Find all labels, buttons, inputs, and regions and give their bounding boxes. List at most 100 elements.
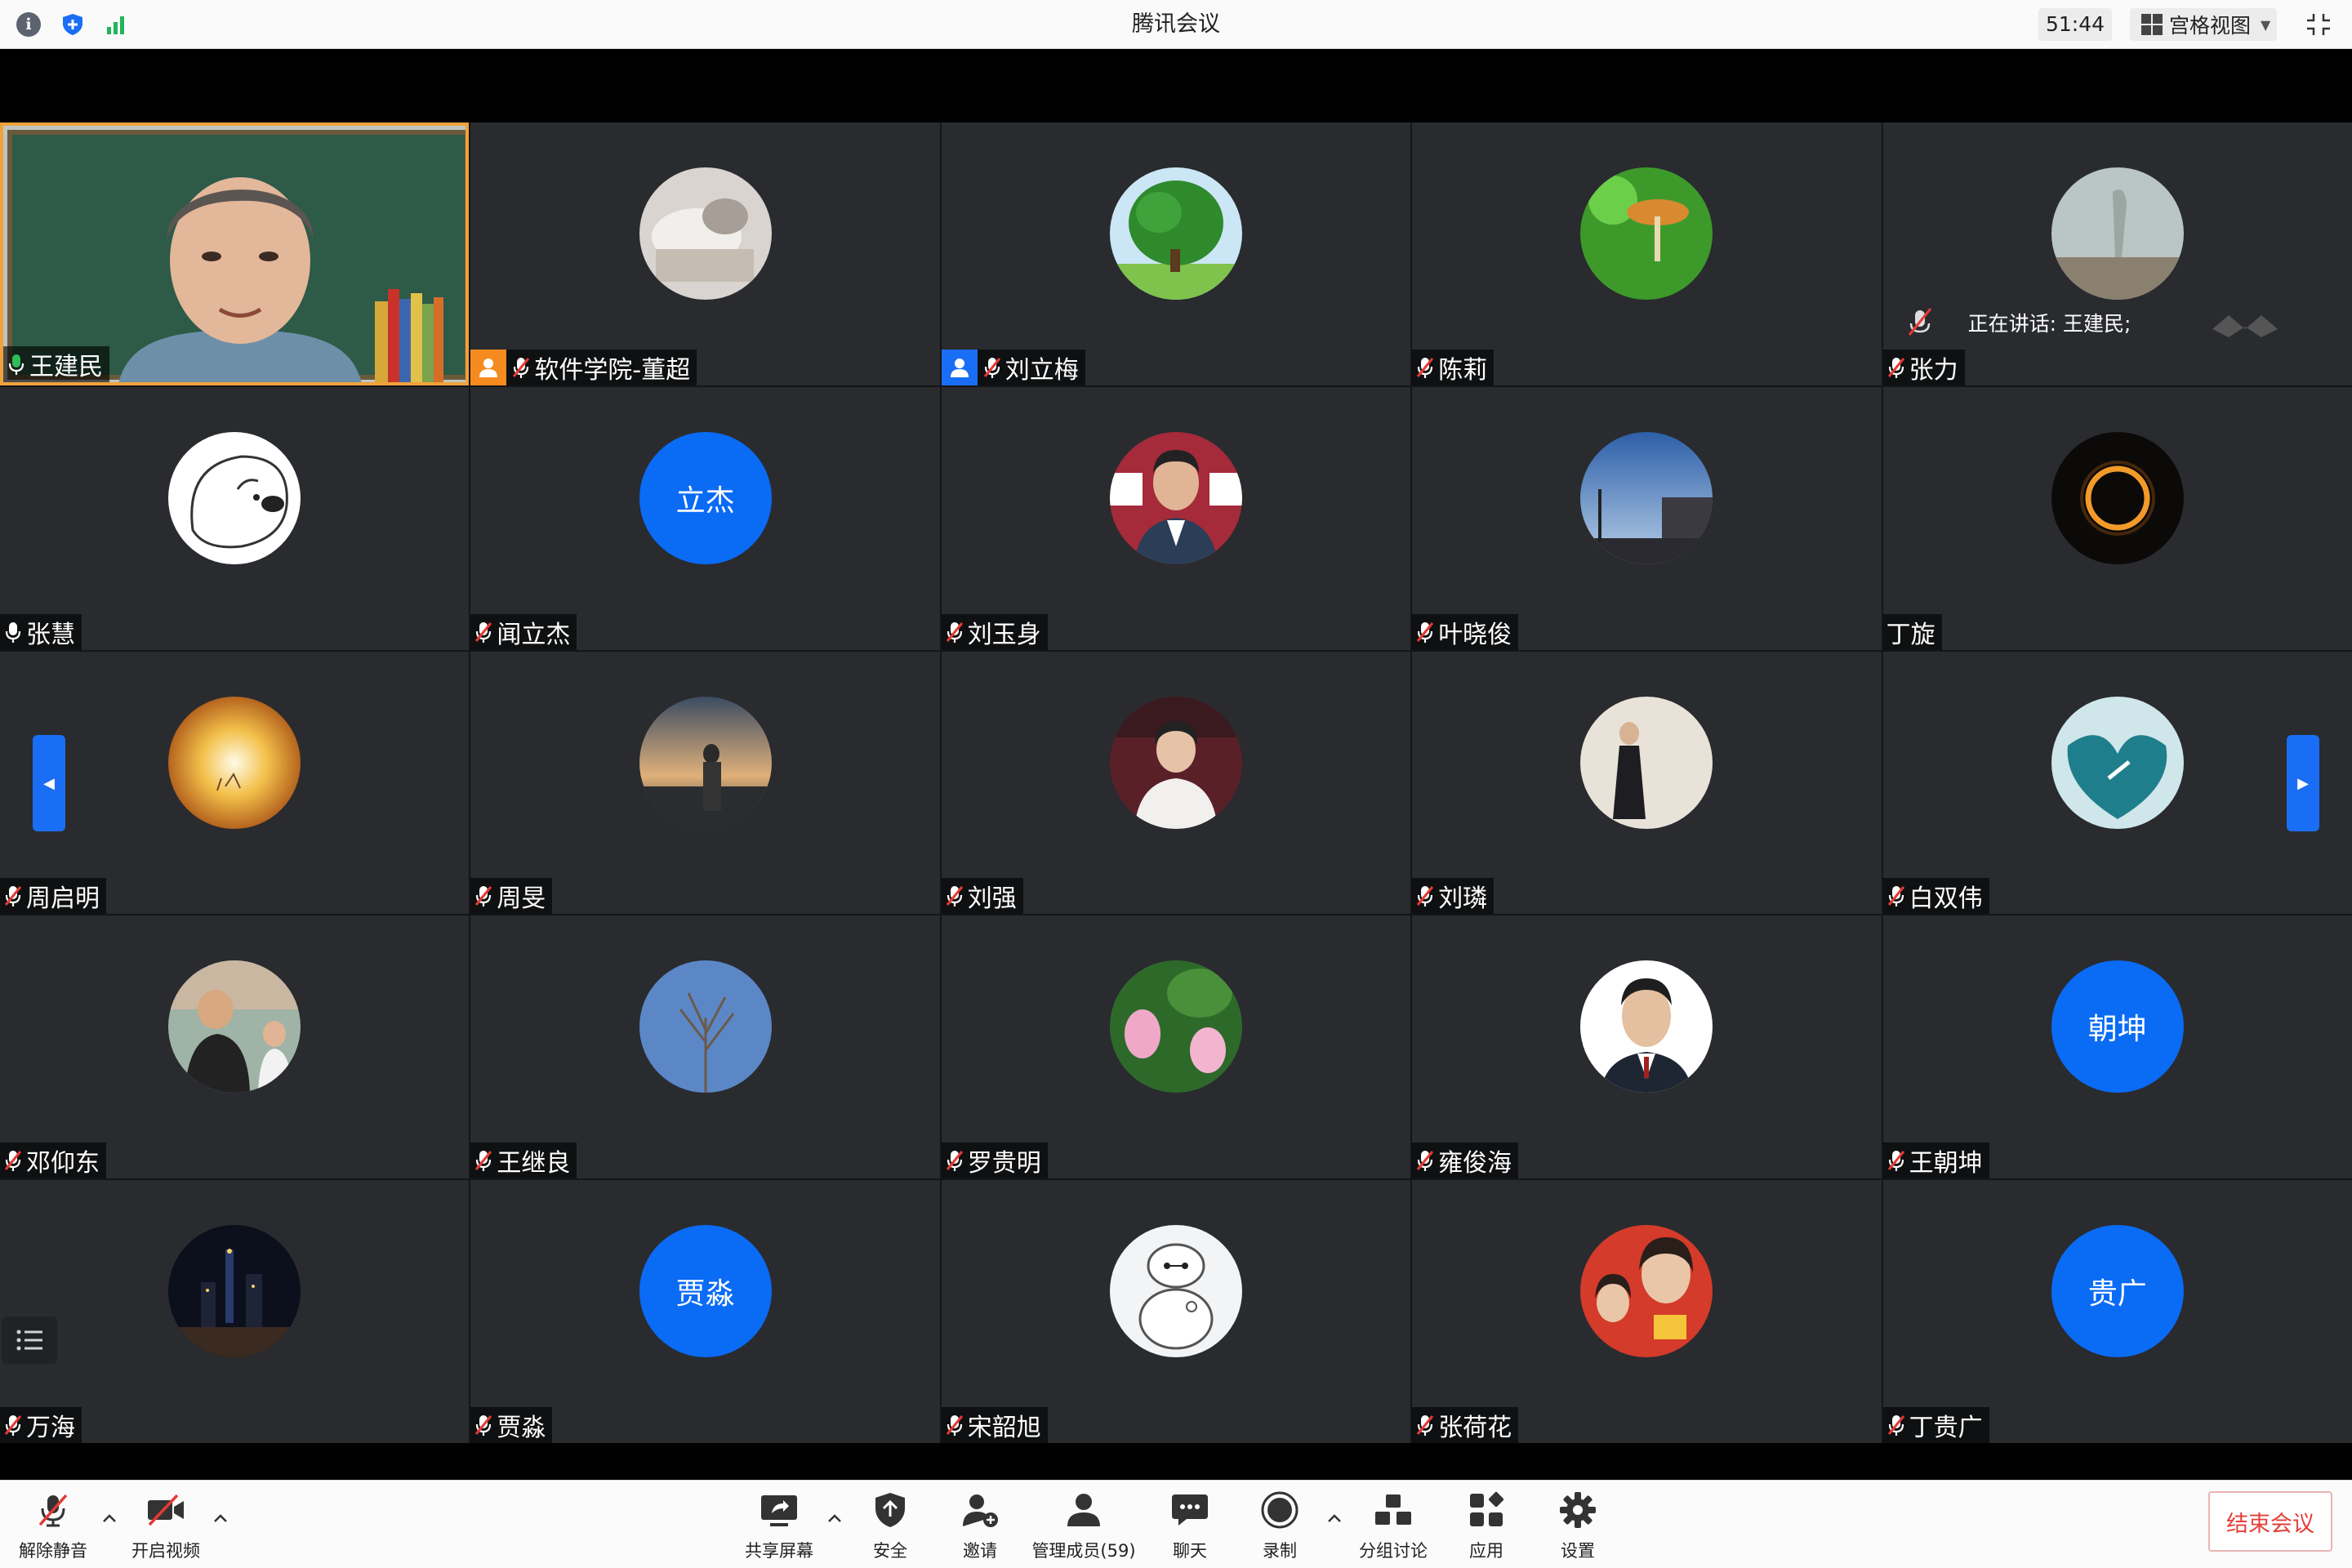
caret-down-icon: ▼: [2261, 16, 2271, 33]
invite-button[interactable]: 邀请: [956, 1487, 1004, 1566]
participant-tile[interactable]: 刘强: [941, 651, 1411, 915]
participant-avatar: [1580, 167, 1713, 300]
chevron-up-icon[interactable]: [100, 1510, 119, 1526]
participant-name: 罗贵明: [967, 1149, 1041, 1178]
mic-muted-icon: [1417, 886, 1434, 907]
participant-name: 叶晓俊: [1438, 620, 1512, 649]
participant-tile[interactable]: 罗贵明: [941, 915, 1411, 1179]
participant-avatar: [2051, 431, 2184, 564]
participant-nametag: 软件学院-董超: [470, 349, 697, 385]
participant-tile[interactable]: 朝坤 王朝坤: [1882, 915, 2352, 1179]
participant-nametag: 刘立梅: [941, 349, 1085, 385]
participant-tile[interactable]: 张荷花: [1412, 1180, 1882, 1443]
participant-avatar: [2051, 696, 2184, 829]
participant-avatar: [2051, 167, 2184, 300]
mic-muted-icon: [946, 1414, 963, 1436]
share-screen-label: 共享屏幕: [745, 1541, 813, 1561]
chevron-up-icon[interactable]: [211, 1510, 230, 1526]
end-meeting-button[interactable]: 结束会议: [2208, 1491, 2332, 1552]
participant-tile[interactable]: 王继良: [470, 915, 940, 1179]
unmute-label: 解除静音: [19, 1541, 87, 1561]
participant-nametag: 万海: [0, 1406, 82, 1443]
meeting-info-icon[interactable]: i: [16, 12, 41, 37]
participant-tile[interactable]: 王建民: [0, 122, 470, 385]
participant-name: 张荷花: [1438, 1413, 1512, 1442]
chevron-up-icon[interactable]: [825, 1510, 844, 1526]
fullscreen-icon[interactable]: [2305, 11, 2332, 38]
chevron-up-icon[interactable]: [1325, 1510, 1344, 1526]
participant-name: 邓仰东: [26, 1149, 100, 1178]
participant-tile[interactable]: 刘立梅: [941, 122, 1411, 385]
participant-name: 雍俊海: [1438, 1149, 1512, 1178]
participant-nametag: 张力: [1882, 349, 1965, 385]
participant-avatar: [168, 696, 301, 829]
host-icon: [941, 349, 978, 385]
mic-muted-icon: [4, 1151, 22, 1172]
network-signal-icon[interactable]: [105, 12, 129, 37]
start-video-button[interactable]: 开启视频: [129, 1487, 203, 1566]
participant-name: 刘玉身: [967, 620, 1041, 649]
participant-avatar: [639, 167, 772, 300]
participant-nametag: 闻立杰: [470, 613, 577, 650]
mic-on-icon: [8, 354, 24, 375]
share-screen-button[interactable]: 共享屏幕: [738, 1487, 820, 1566]
participant-tile[interactable]: 张慧: [0, 386, 470, 650]
gear-icon: [1555, 1487, 1601, 1533]
participant-avatar: [639, 960, 772, 1094]
participant-tile[interactable]: 万海: [0, 1180, 470, 1443]
mic-muted-icon: [1417, 357, 1434, 378]
breakout-rooms-button[interactable]: 分组讨论: [1352, 1487, 1434, 1566]
participant-tile[interactable]: 周旻: [470, 651, 940, 915]
participant-tile[interactable]: 白双伟: [1882, 651, 2352, 915]
start-video-label: 开启视频: [131, 1541, 200, 1561]
tencent-meeting-logo-icon: [2212, 315, 2278, 337]
participant-nametag: 张荷花: [1412, 1406, 1519, 1443]
participant-name: 丁旋: [1886, 620, 1936, 649]
participant-tile[interactable]: 周启明: [0, 651, 470, 915]
participant-name: 闻立杰: [497, 620, 571, 649]
participant-tile[interactable]: 雍俊海: [1412, 915, 1882, 1179]
participant-avatar: 朝坤: [2051, 960, 2184, 1094]
record-button[interactable]: 录制: [1255, 1487, 1304, 1566]
chat-label: 聊天: [1173, 1541, 1207, 1561]
mic-muted-icon: [4, 1414, 22, 1436]
list-icon: [16, 1330, 42, 1351]
apps-button[interactable]: 应用: [1462, 1487, 1511, 1566]
participant-nametag: 王朝坤: [1882, 1143, 1989, 1179]
chat-button[interactable]: 聊天: [1165, 1487, 1214, 1566]
next-page-button[interactable]: ▶: [2287, 735, 2319, 831]
participant-avatar: 立杰: [639, 431, 772, 564]
participant-name: 贾淼: [497, 1413, 546, 1442]
security-button[interactable]: 安全: [866, 1487, 915, 1566]
participant-tile[interactable]: 宋韶旭: [941, 1180, 1411, 1443]
participant-avatar: [168, 1225, 301, 1358]
shield-icon[interactable]: [60, 12, 85, 37]
participant-tile[interactable]: 陈莉: [1412, 122, 1882, 385]
participant-tile[interactable]: 邓仰东: [0, 915, 470, 1179]
participant-name: 陈莉: [1438, 355, 1488, 385]
participant-tile[interactable]: 叶晓俊: [1412, 386, 1882, 650]
participant-name: 刘立梅: [1004, 355, 1079, 385]
participant-grid: 王建民 软件学院-董超 刘立梅 陈莉 正在讲话: 王建民; 张力 张慧 立杰 闻…: [0, 122, 2352, 1443]
participant-tile[interactable]: 刘玉身: [941, 386, 1411, 650]
record-label: 录制: [1263, 1541, 1297, 1561]
settings-button[interactable]: 设置: [1553, 1487, 1602, 1566]
participant-tile[interactable]: 丁旋: [1882, 386, 2352, 650]
participant-avatar: [1109, 167, 1242, 300]
unmute-button[interactable]: 解除静音: [16, 1487, 90, 1566]
mic-muted-icon: [1887, 886, 1904, 907]
breakout-icon: [1370, 1487, 1416, 1533]
participant-tile[interactable]: 贾淼 贾淼: [470, 1180, 940, 1443]
participant-tile[interactable]: 立杰 闻立杰: [470, 386, 940, 650]
participant-tile[interactable]: 贵广 丁贵广: [1882, 1180, 2352, 1443]
participant-tile[interactable]: 刘璘: [1412, 651, 1882, 915]
participant-nametag: 王继良: [470, 1143, 577, 1179]
participant-nametag: 白双伟: [1882, 878, 1989, 915]
participant-tile[interactable]: 软件学院-董超: [470, 122, 940, 385]
view-mode-dropdown[interactable]: 宫格视图 ▼: [2130, 8, 2277, 41]
member-list-toggle-button[interactable]: [2, 1316, 57, 1364]
participant-tile[interactable]: 正在讲话: 王建民; 张力: [1882, 122, 2352, 385]
previous-page-button[interactable]: ◀: [33, 735, 65, 831]
manage-members-button[interactable]: 管理成员(59): [1031, 1487, 1137, 1566]
participant-name: 周启明: [26, 884, 100, 914]
